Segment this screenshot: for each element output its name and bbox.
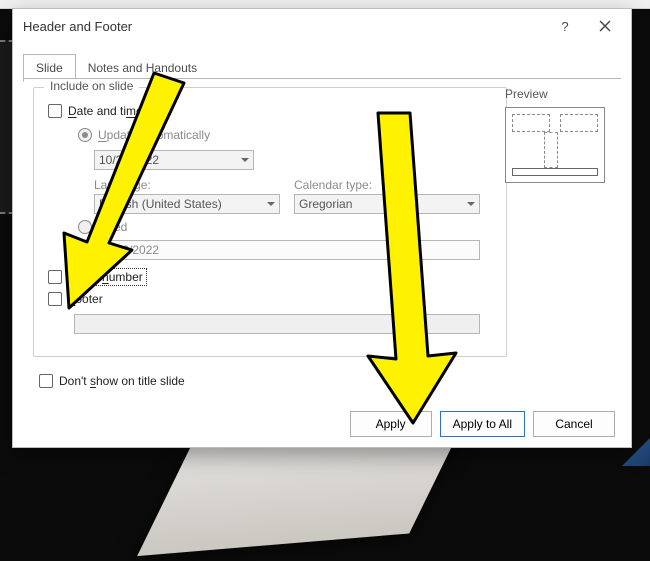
cancel-button[interactable]: Cancel <box>533 411 615 437</box>
header-footer-dialog: Header and Footer ? Slide Notes and Hand… <box>12 8 632 448</box>
update-auto-radio[interactable] <box>78 128 92 142</box>
preview-box <box>505 107 605 183</box>
language-label: Language: <box>94 178 151 192</box>
apply-to-all-button[interactable]: Apply to All <box>440 411 525 437</box>
help-icon: ? <box>561 19 568 34</box>
calendar-combo[interactable] <box>294 194 480 214</box>
update-auto-label: Update automatically <box>98 128 210 142</box>
help-button[interactable]: ? <box>545 12 585 40</box>
preview-pane: Preview <box>505 87 615 183</box>
close-icon <box>599 20 611 32</box>
date-time-label: Date and time <box>68 104 143 118</box>
dialog-title: Header and Footer <box>23 19 545 34</box>
date-combo[interactable] <box>94 150 254 170</box>
calendar-combo-wrap <box>294 194 480 214</box>
date-time-checkbox[interactable] <box>48 104 62 118</box>
fixed-radio[interactable] <box>78 220 92 234</box>
close-button[interactable] <box>585 12 625 40</box>
titlebar: Header and Footer ? <box>13 9 631 43</box>
calendar-label: Calendar type: <box>294 178 372 192</box>
preview-label: Preview <box>505 87 615 101</box>
slide-number-label: Slide number <box>68 268 147 286</box>
fixed-date-input[interactable] <box>94 240 480 260</box>
footer-label: Footer <box>68 292 103 306</box>
footer-checkbox[interactable] <box>48 292 62 306</box>
dont-show-title-checkbox[interactable] <box>39 374 53 388</box>
apply-button[interactable]: Apply <box>350 411 432 437</box>
fixed-label: Fixed <box>98 220 127 234</box>
dont-show-title-label: Don't show on title slide <box>59 374 185 388</box>
footer-input[interactable] <box>74 314 480 334</box>
dialog-actions: Apply Apply to All Cancel <box>350 411 615 437</box>
include-on-slide-group: Include on slide Date and time Update au… <box>33 87 507 357</box>
language-combo-wrap <box>94 194 280 214</box>
slide-number-checkbox[interactable] <box>48 270 62 284</box>
date-combo-wrap <box>94 150 254 170</box>
tabs: Slide Notes and Handouts <box>23 53 209 81</box>
language-combo[interactable] <box>94 194 280 214</box>
group-legend: Include on slide <box>44 79 139 93</box>
